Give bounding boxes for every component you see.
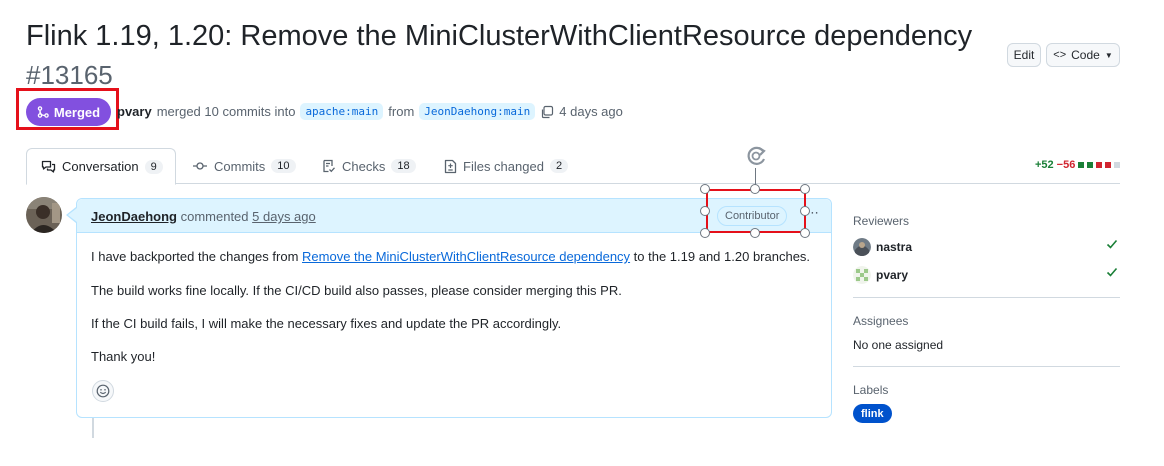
diffstat: +52 −56 xyxy=(1035,159,1121,171)
base-branch-link[interactable]: apache:main xyxy=(300,103,384,120)
tab-files-changed[interactable]: Files changed 2 xyxy=(444,148,569,184)
diff-block-neutral xyxy=(1114,162,1121,168)
comment-time-link[interactable]: 5 days ago xyxy=(252,209,316,224)
merge-time: 4 days ago xyxy=(559,104,623,119)
code-icon: <> xyxy=(1053,49,1067,61)
code-label: Code xyxy=(1071,48,1100,62)
avatar xyxy=(853,238,871,256)
edit-button[interactable]: Edit xyxy=(1007,43,1041,67)
label-flink[interactable]: flink xyxy=(853,404,892,423)
reviewer-item[interactable]: nastra xyxy=(853,238,912,256)
sidebar-divider xyxy=(853,297,1120,298)
head-branch-link[interactable]: JeonDaehong:main xyxy=(419,103,536,120)
reviewer-name: pvary xyxy=(876,268,909,282)
assignees-value: No one assigned xyxy=(853,338,944,352)
resize-handle-nw[interactable] xyxy=(700,184,710,194)
comment-paragraph-1: I have backported the changes from Remov… xyxy=(91,249,810,264)
comment-text: I have backported the changes from xyxy=(91,249,303,264)
diff-block-add xyxy=(1087,162,1094,168)
rotate-handle-icon[interactable] xyxy=(744,144,770,168)
resize-handle-se[interactable] xyxy=(800,228,810,238)
avatar-photo xyxy=(26,197,62,233)
tab-conversation-label: Conversation xyxy=(62,159,139,174)
avatar xyxy=(853,266,871,284)
resize-handle-sw[interactable] xyxy=(700,228,710,238)
resize-handle-n[interactable] xyxy=(750,184,760,194)
reviewer-item[interactable]: pvary xyxy=(853,266,908,284)
tab-conversation[interactable]: Conversation 9 xyxy=(26,148,176,185)
pr-reference-link[interactable]: Remove the MiniClusterWithClientResource… xyxy=(302,249,630,264)
merged-label: Merged xyxy=(53,104,101,120)
tab-checks-count: 18 xyxy=(391,159,416,173)
avatar[interactable] xyxy=(26,197,62,233)
comment-discussion-icon xyxy=(41,160,56,173)
merge-author-link[interactable]: pvary xyxy=(117,104,152,119)
tab-commits-label: Commits xyxy=(214,158,266,174)
merged-status-badge: Merged xyxy=(26,98,111,126)
tab-conversation-count: 9 xyxy=(144,159,163,174)
copy-icon[interactable] xyxy=(540,105,554,119)
smiley-icon xyxy=(96,384,110,398)
timeline-line xyxy=(92,418,94,438)
diff-deletions: −56 xyxy=(1056,159,1076,171)
comment-paragraph-3: If the CI build fails, I will make the n… xyxy=(91,316,562,331)
comment-author-link[interactable]: JeonDaehong xyxy=(91,209,177,224)
selection-box xyxy=(706,189,806,233)
check-icon xyxy=(1106,267,1118,277)
reviewers-heading[interactable]: Reviewers xyxy=(853,214,909,228)
merge-action-text: merged 10 commits into xyxy=(156,104,296,119)
commit-icon xyxy=(193,162,207,170)
reviewer-name: nastra xyxy=(876,240,913,254)
resize-handle-w[interactable] xyxy=(700,206,710,216)
merge-summary: pvary merged 10 commits into apache:main… xyxy=(117,103,623,120)
comment-paragraph-4: Thank you! xyxy=(91,349,156,364)
page-title: Flink 1.19, 1.20: Remove the MiniCluster… xyxy=(26,20,973,52)
check-icon xyxy=(1106,239,1118,249)
diff-block-del xyxy=(1096,162,1103,168)
diff-block-del xyxy=(1105,162,1112,168)
tab-checks-label: Checks xyxy=(342,158,386,174)
diff-additions: +52 xyxy=(1035,159,1054,171)
pr-tabs: Conversation 9 Commits 10 Checks 18 File… xyxy=(26,148,1120,185)
tab-files-label: Files changed xyxy=(463,158,544,174)
add-reaction-button[interactable] xyxy=(92,380,114,402)
comment-action: commented xyxy=(180,209,249,224)
from-text: from xyxy=(388,104,415,119)
comment-pointer-inner xyxy=(68,208,77,222)
sidebar-divider xyxy=(853,366,1120,367)
tab-commits[interactable]: Commits 10 xyxy=(192,148,296,184)
tab-commits-count: 10 xyxy=(271,159,296,173)
comment-paragraph-2: The build works fine locally. If the CI/… xyxy=(91,283,622,298)
comment-text: to the 1.19 and 1.20 branches. xyxy=(630,249,811,264)
tab-checks[interactable]: Checks 18 xyxy=(322,148,416,184)
resize-handle-s[interactable] xyxy=(750,228,760,238)
pr-number: #13165 xyxy=(26,60,113,90)
chevron-down-icon: ▼ xyxy=(1104,50,1113,60)
labels-heading[interactable]: Labels xyxy=(853,383,888,397)
merge-icon xyxy=(37,106,49,118)
checklist-icon xyxy=(323,159,335,173)
resize-handle-ne[interactable] xyxy=(800,184,810,194)
tab-files-count: 2 xyxy=(549,159,569,173)
edit-label: Edit xyxy=(1013,48,1035,62)
resize-handle-e[interactable] xyxy=(800,206,810,216)
file-diff-icon xyxy=(444,159,457,173)
diff-block-add xyxy=(1078,162,1085,168)
code-button[interactable]: <> Code ▼ xyxy=(1046,43,1120,67)
assignees-heading[interactable]: Assignees xyxy=(853,314,908,328)
